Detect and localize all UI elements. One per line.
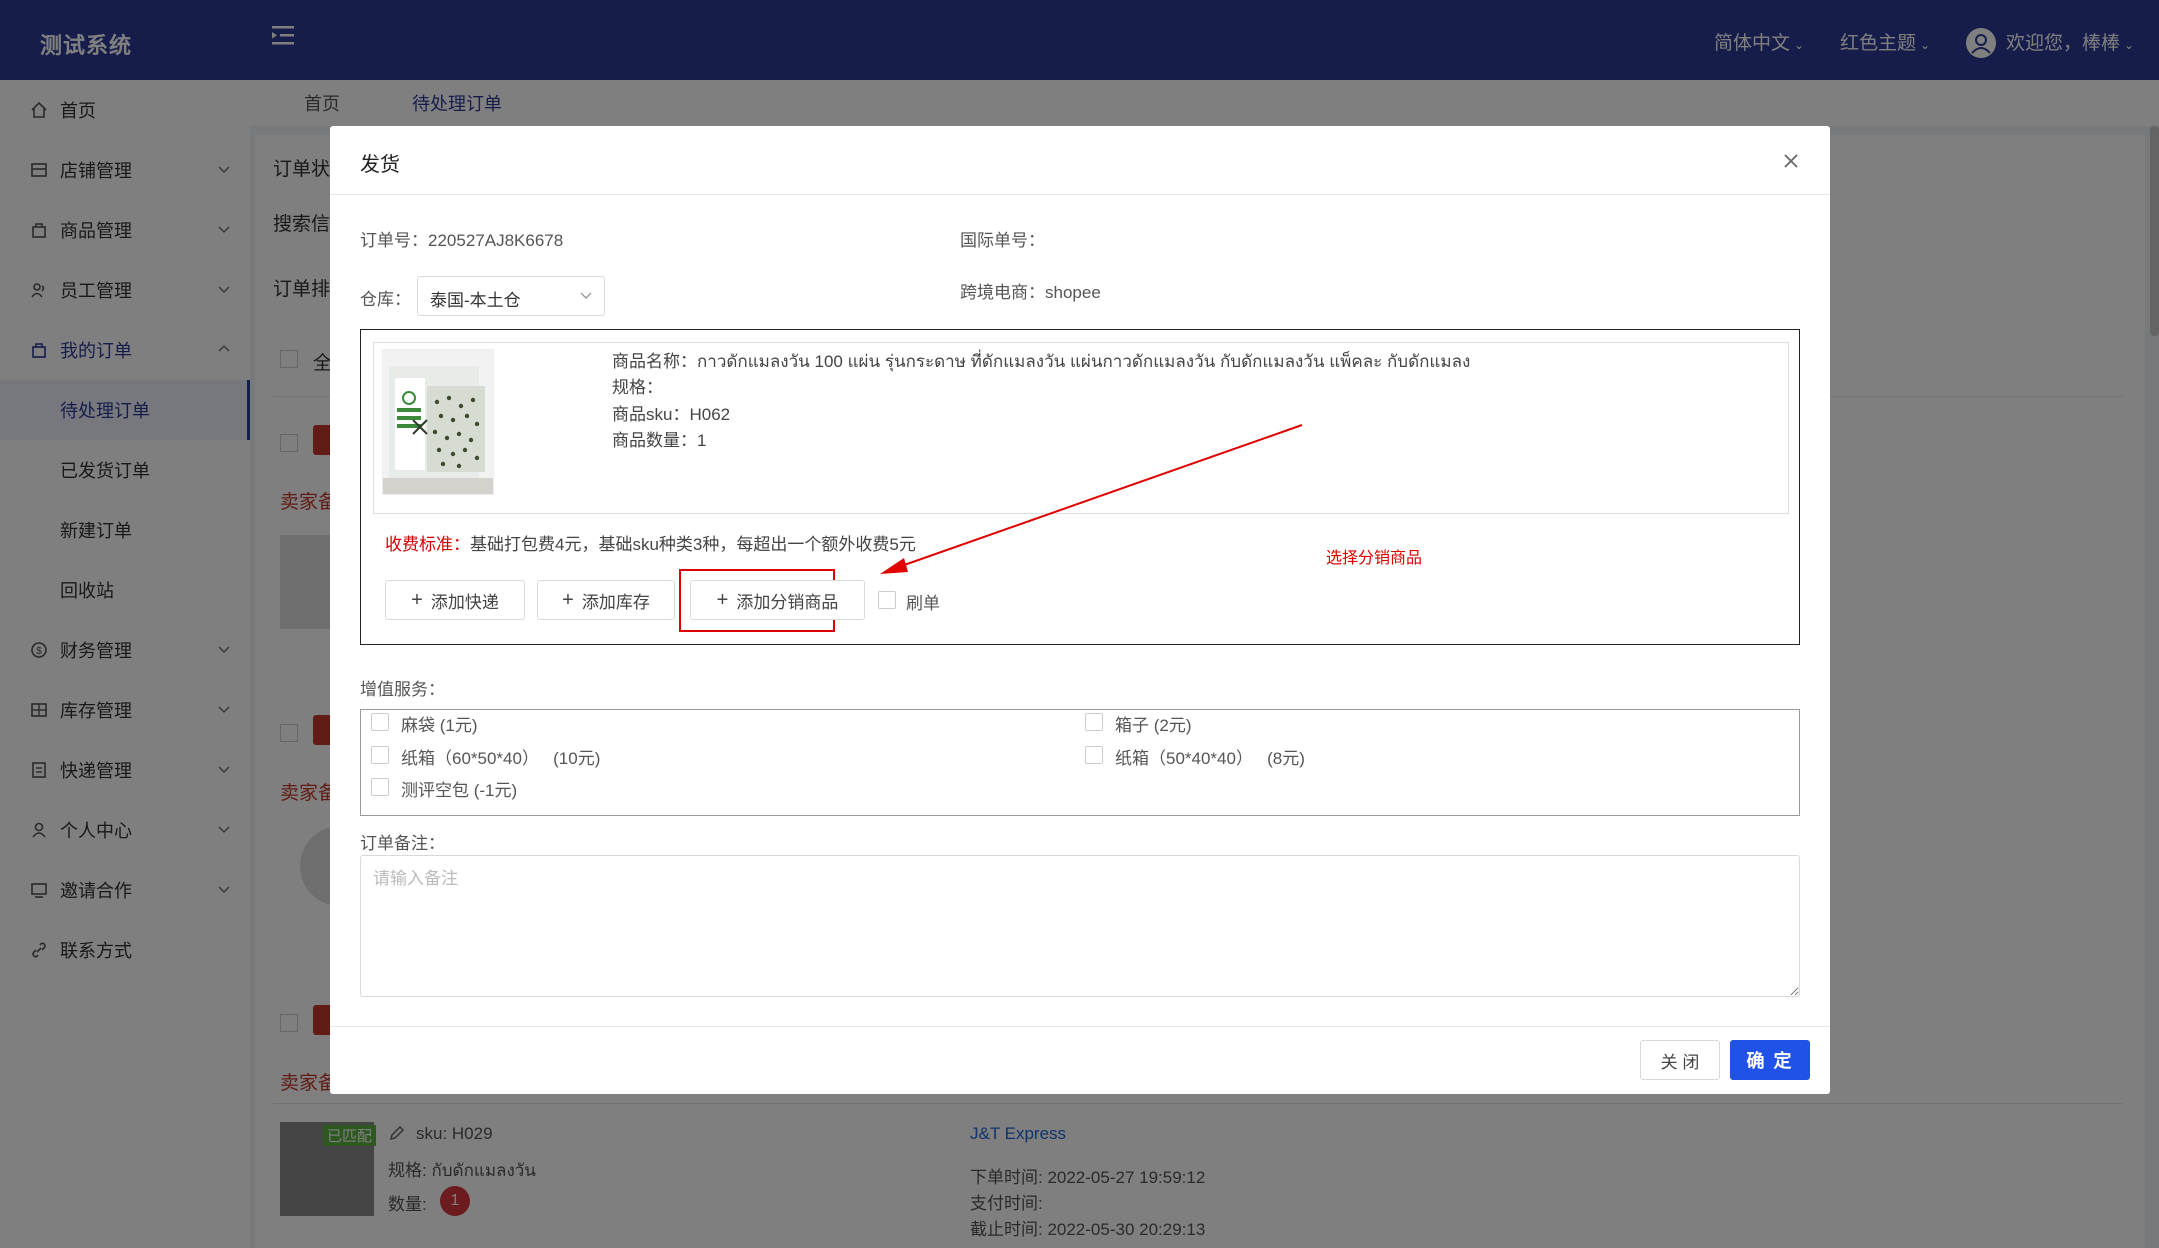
vas-name: 麻袋 <box>401 716 435 735</box>
vas-checkbox-carton-small[interactable] <box>1085 746 1103 764</box>
vas-option-empty-package: 测评空包 (-1元) <box>401 776 517 801</box>
add-stock-button[interactable]: + 添加库存 <box>537 580 675 620</box>
brush-order-label: 刷单 <box>906 594 940 613</box>
vas-option-carton-small: 纸箱（50*40*40） (8元) <box>1115 744 1305 769</box>
order-remark-input[interactable] <box>360 855 1800 997</box>
goods-spec-label: 规格： <box>612 378 663 397</box>
platform-field: 跨境电商：shopee <box>960 278 1101 303</box>
vas-price: (2元) <box>1153 716 1192 735</box>
value-added-services: 麻袋 (1元) 箱子 (2元) 纸箱（60*50*40） (10元) 纸箱（50… <box>360 709 1800 816</box>
platform-label: 跨境电商： <box>960 283 1045 302</box>
vas-checkbox-sack[interactable] <box>371 713 389 731</box>
vas-name: 测评空包 <box>401 781 469 800</box>
vas-option-carton-large: 纸箱（60*50*40） (10元) <box>401 744 600 769</box>
warehouse-select[interactable]: 泰国-本土仓 <box>417 276 605 316</box>
value-added-label: 增值服务： <box>360 680 445 699</box>
goods-qty-label: 商品数量： <box>612 431 697 450</box>
vas-option-sack: 麻袋 (1元) <box>401 711 478 736</box>
product-photo <box>383 350 493 494</box>
vas-name: 纸箱（50*40*40） <box>1115 749 1253 768</box>
order-remark-label: 订单备注： <box>360 834 445 853</box>
goods-qty-line: 商品数量：1 <box>612 426 706 451</box>
goods-sku-label: 商品sku： <box>612 405 690 424</box>
vas-option-box: 箱子 (2元) <box>1115 711 1192 736</box>
close-icon[interactable] <box>1782 152 1800 170</box>
ship-dialog: 发货 订单号：220527AJ8K6678 国际单号： 仓库： 泰国-本土仓 跨… <box>330 126 1830 1094</box>
vas-name: 纸箱（60*50*40） <box>401 749 539 768</box>
product-image <box>382 349 494 495</box>
warehouse-label: 仓库： <box>360 290 411 309</box>
intl-no-label: 国际单号： <box>960 231 1045 250</box>
goods-name-label: 商品名称： <box>612 352 697 371</box>
add-express-button[interactable]: + 添加快递 <box>385 580 525 620</box>
plus-icon: + <box>716 588 729 611</box>
intl-no-field: 国际单号： <box>960 226 1045 251</box>
plus-icon: + <box>562 588 574 611</box>
vas-name: 箱子 <box>1115 716 1149 735</box>
fee-label: 收费标准： <box>385 535 470 554</box>
plus-icon: + <box>411 588 423 611</box>
vas-checkbox-carton-large[interactable] <box>371 746 389 764</box>
fee-text: 基础打包费4元，基础sku种类3种，每超出一个额外收费5元 <box>470 535 916 554</box>
annotation-text: 选择分销商品 <box>1326 550 1423 567</box>
add-distribution-goods-button[interactable]: + 添加分销商品 <box>690 580 865 620</box>
add-express-label: 添加快递 <box>430 592 499 612</box>
add-stock-label: 添加库存 <box>581 592 650 612</box>
goods-sku-line: 商品sku：H062 <box>612 400 730 425</box>
vas-price: (1元) <box>439 716 478 735</box>
goods-card: 商品名称：กาวดักแมลงวัน 100 แผ่น รุ่นกระดาษ ท… <box>373 342 1789 514</box>
warehouse-value: 泰国-本土仓 <box>430 291 521 310</box>
dialog-title: 发货 <box>360 154 400 176</box>
vas-price: (10元) <box>553 749 601 768</box>
goods-name-line: 商品名称：กาวดักแมลงวัน 100 แผ่น รุ่นกระดาษ ท… <box>612 347 1470 375</box>
confirm-button[interactable]: 确 定 <box>1730 1040 1810 1080</box>
add-distribution-label: 添加分销商品 <box>736 592 839 612</box>
vas-checkbox-empty-package[interactable] <box>371 778 389 796</box>
order-no-label: 订单号： <box>360 231 428 250</box>
divider <box>330 194 1830 195</box>
chevron-down-icon <box>580 292 592 299</box>
fee-standard: 收费标准：基础打包费4元，基础sku种类3种，每超出一个额外收费5元 <box>385 530 916 555</box>
order-no-field: 订单号：220527AJ8K6678 <box>360 226 563 251</box>
order-no-value: 220527AJ8K6678 <box>428 231 564 250</box>
divider <box>330 1026 1830 1027</box>
goods-qty: 1 <box>697 431 707 450</box>
goods-sku: H062 <box>689 405 731 424</box>
goods-name: กาวดักแมลงวัน 100 แผ่น รุ่นกระดาษ ที่ดัก… <box>697 352 1471 371</box>
platform-value: shopee <box>1045 283 1101 302</box>
vas-checkbox-box[interactable] <box>1085 713 1103 731</box>
vas-price: (8元) <box>1267 749 1305 768</box>
brush-order-checkbox[interactable] <box>878 591 896 609</box>
goods-spec-line: 规格： <box>612 373 663 398</box>
close-button[interactable]: 关 闭 <box>1640 1040 1720 1080</box>
vas-price: (-1元) <box>473 781 518 800</box>
